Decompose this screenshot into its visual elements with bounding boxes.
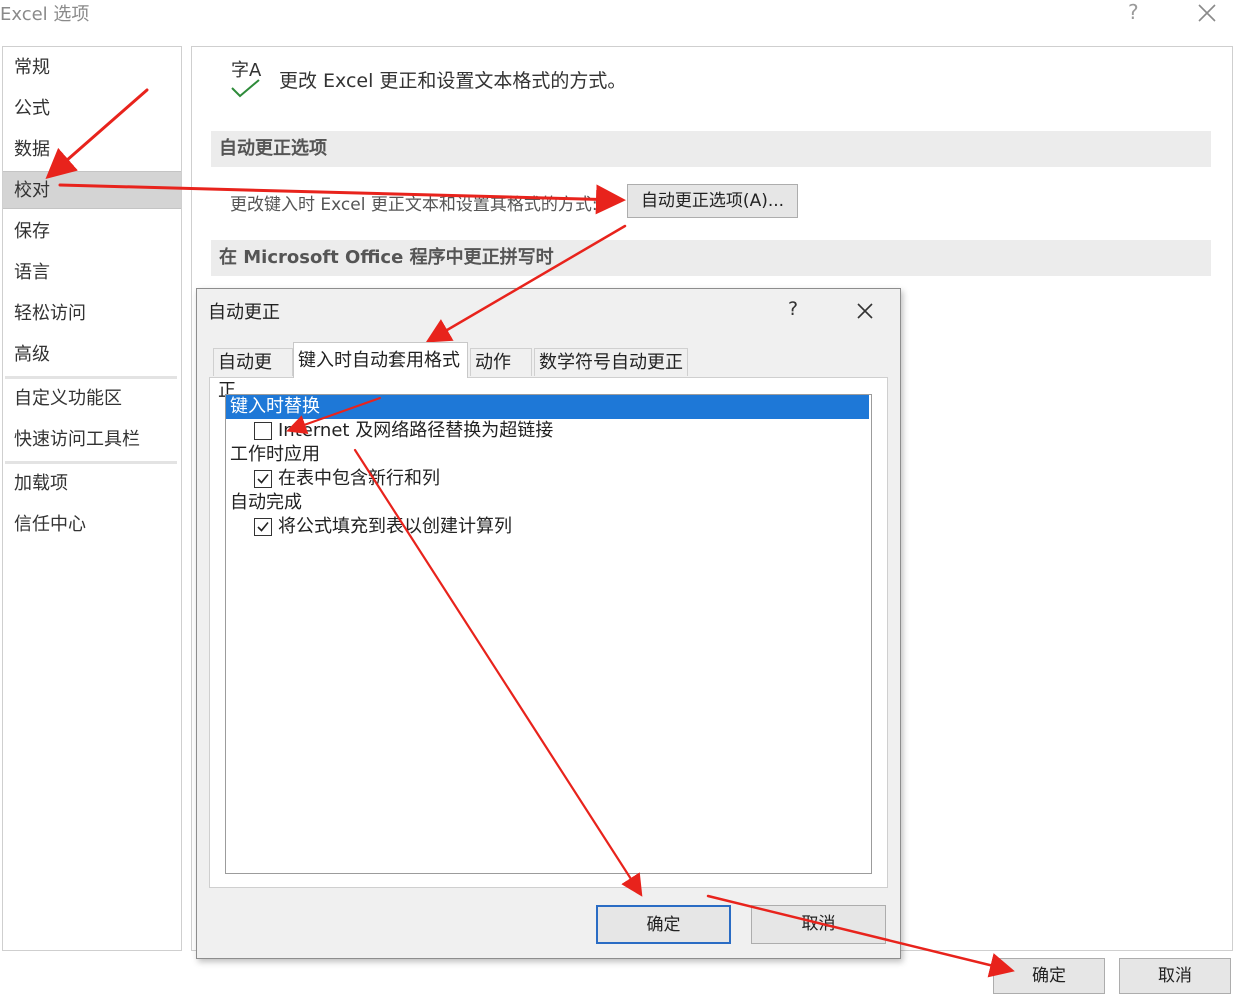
sidebar-item-formulas[interactable]: 公式	[3, 90, 181, 128]
sidebar-item-language[interactable]: 语言	[3, 254, 181, 292]
section-spelling-office: 在 Microsoft Office 程序中更正拼写时	[211, 240, 1211, 276]
sidebar-item-proofing[interactable]: 校对	[3, 171, 181, 209]
options-sidebar: 常规 公式 数据 校对 保存 语言 轻松访问 高级 自定义功能区 快速访问工具栏…	[2, 46, 182, 951]
fill-formulas-checkbox[interactable]	[254, 518, 272, 536]
include-rows-columns-checkbox[interactable]	[254, 470, 272, 488]
sidebar-item-accessibility[interactable]: 轻松访问	[3, 295, 181, 333]
autocorrect-description: 更改键入时 Excel 更正文本和设置其格式的方式:	[230, 195, 598, 215]
options-listbox	[225, 394, 872, 874]
cancel-button[interactable]: 取消	[1119, 958, 1231, 994]
sidebar-item-customize-ribbon[interactable]: 自定义功能区	[3, 380, 181, 418]
check-icon	[257, 473, 269, 484]
autocorrect-options-button[interactable]: 自动更正选项(A)...	[627, 184, 798, 218]
dialog-close-icon[interactable]	[853, 299, 877, 323]
tab-math-autocorrect[interactable]: 数学符号自动更正	[534, 348, 688, 376]
dialog-ok-button[interactable]: 确定	[596, 905, 731, 944]
tab-autoformat-as-you-type[interactable]: 键入时自动套用格式	[293, 342, 468, 378]
help-icon[interactable]: ?	[1128, 0, 1139, 24]
internet-hyperlink-checkbox[interactable]	[254, 422, 272, 440]
sidebar-item-trust-center[interactable]: 信任中心	[3, 506, 181, 544]
page-description: 更改 Excel 更正和设置文本格式的方式。	[279, 70, 627, 92]
sidebar-separator	[5, 461, 177, 464]
proofing-icon: 字A	[229, 56, 269, 102]
internet-hyperlink-label[interactable]: Internet 及网络路径替换为超链接	[278, 419, 553, 443]
dialog-help-icon[interactable]: ?	[788, 298, 798, 320]
sidebar-item-data[interactable]: 数据	[3, 131, 181, 169]
dialog-title: 自动更正	[208, 302, 280, 323]
ok-button[interactable]: 确定	[993, 958, 1105, 994]
section-autocorrect-options: 自动更正选项	[211, 131, 1211, 167]
sidebar-item-addins[interactable]: 加载项	[3, 465, 181, 503]
close-icon[interactable]	[1194, 0, 1220, 26]
sidebar-separator	[5, 376, 177, 379]
sidebar-item-general[interactable]: 常规	[3, 49, 181, 87]
tab-actions[interactable]: 动作	[470, 348, 532, 376]
include-rows-columns-label[interactable]: 在表中包含新行和列	[278, 467, 440, 491]
sidebar-item-save[interactable]: 保存	[3, 213, 181, 251]
sidebar-item-quick-access-toolbar[interactable]: 快速访问工具栏	[3, 421, 181, 459]
dialog-cancel-button[interactable]: 取消	[751, 905, 886, 944]
sidebar-item-advanced[interactable]: 高级	[3, 336, 181, 374]
tab-autocorrect[interactable]: 自动更正	[213, 348, 293, 401]
fill-formulas-label[interactable]: 将公式填充到表以创建计算列	[278, 515, 512, 539]
group-replace-as-you-type[interactable]: 键入时替换	[226, 395, 869, 419]
group-apply-as-you-work: 工作时应用	[230, 444, 320, 465]
window-title: Excel 选项	[0, 4, 90, 25]
group-autocomplete: 自动完成	[230, 492, 302, 513]
check-icon	[257, 521, 269, 532]
